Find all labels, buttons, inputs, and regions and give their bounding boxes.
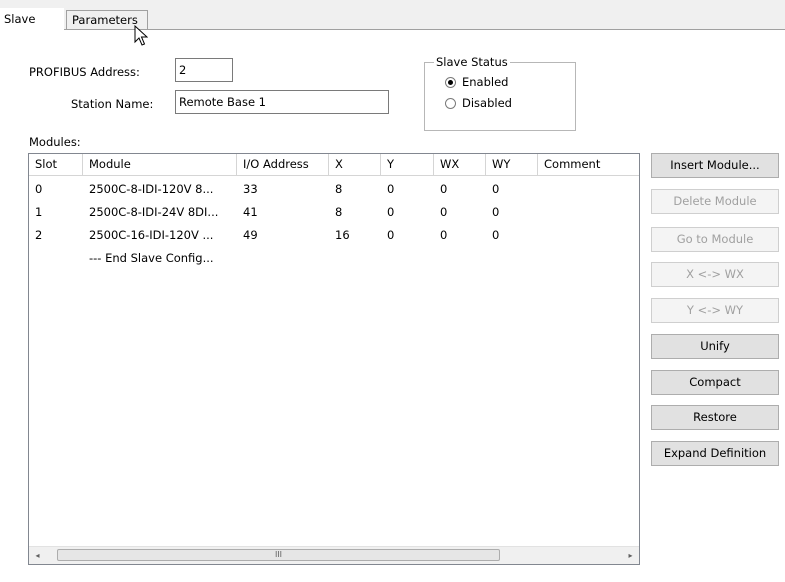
- cell-module: 2500C-8-IDI-24V 8DI...: [89, 205, 219, 219]
- scroll-right-icon[interactable]: ▸: [622, 547, 639, 564]
- profibus-address-field[interactable]: 2: [175, 58, 233, 82]
- status-enabled-radio[interactable]: Enabled: [445, 75, 508, 89]
- compact-button[interactable]: Compact: [651, 370, 779, 395]
- cell-module: 2500C-16-IDI-120V ...: [89, 228, 214, 242]
- station-name-field[interactable]: Remote Base 1: [175, 90, 389, 114]
- cell-comment: [538, 178, 639, 201]
- cell-x: 16: [335, 228, 350, 242]
- cell-y: 0: [387, 228, 395, 242]
- scrollbar-thumb[interactable]: III: [57, 549, 500, 561]
- tab-slave[interactable]: Slave: [0, 8, 64, 30]
- cell-comment: [538, 224, 639, 247]
- scrollbar-grip-icon: III: [274, 550, 283, 559]
- column-header-wy[interactable]: WY: [486, 154, 538, 175]
- status-enabled-label: Enabled: [462, 75, 509, 89]
- radio-selected-icon: [445, 76, 456, 88]
- cell-io-address: 41: [243, 205, 258, 219]
- cell-wx: 0: [440, 228, 448, 242]
- expand-definition-button[interactable]: Expand Definition: [651, 441, 779, 466]
- cell-module: 2500C-8-IDI-120V 8...: [89, 182, 214, 196]
- restore-button[interactable]: Restore: [651, 405, 779, 430]
- go-to-module-button[interactable]: Go to Module: [651, 227, 779, 252]
- station-name-label: Station Name:: [71, 97, 154, 111]
- cell-wy: 0: [492, 182, 500, 196]
- table-row[interactable]: 2 2500C-16-IDI-120V ... 49 16 0 0 0: [29, 224, 639, 247]
- column-header-comment[interactable]: Comment: [538, 154, 639, 175]
- list-header: Slot Module I/O Address X Y WX WY Commen…: [29, 154, 639, 176]
- insert-module-button[interactable]: Insert Module...: [651, 153, 779, 178]
- cell-module: --- End Slave Config...: [89, 251, 214, 265]
- column-header-module[interactable]: Module: [83, 154, 237, 175]
- cell-io-address: 33: [243, 182, 258, 196]
- unify-button[interactable]: Unify: [651, 334, 779, 359]
- delete-module-button[interactable]: Delete Module: [651, 189, 779, 214]
- modules-list[interactable]: Slot Module I/O Address X Y WX WY Commen…: [28, 153, 640, 565]
- horizontal-scrollbar[interactable]: ◂ III ▸: [29, 546, 639, 564]
- cell-comment: [538, 201, 639, 224]
- cell-wy: 0: [492, 205, 500, 219]
- cell-slot: 0: [35, 182, 43, 196]
- cell-io-address: 49: [243, 228, 258, 242]
- column-header-y[interactable]: Y: [381, 154, 434, 175]
- column-header-x[interactable]: X: [329, 154, 381, 175]
- cell-x: 8: [335, 205, 343, 219]
- slave-status-title: Slave Status: [434, 55, 510, 69]
- column-header-slot[interactable]: Slot: [29, 154, 83, 175]
- cell-wx: 0: [440, 182, 448, 196]
- cell-slot: 1: [35, 205, 43, 219]
- cell-y: 0: [387, 182, 395, 196]
- cell-wy: 0: [492, 228, 500, 242]
- cell-slot: 2: [35, 228, 43, 242]
- radio-unselected-icon: [445, 97, 456, 109]
- profibus-address-label: PROFIBUS Address:: [29, 65, 140, 79]
- cell-wx: 0: [440, 205, 448, 219]
- column-header-io-address[interactable]: I/O Address: [237, 154, 329, 175]
- cell-y: 0: [387, 205, 395, 219]
- mouse-cursor-icon: [134, 25, 148, 46]
- modules-label: Modules:: [29, 135, 81, 149]
- x-wx-swap-button[interactable]: X <-> WX: [651, 262, 779, 287]
- status-disabled-radio[interactable]: Disabled: [445, 96, 512, 110]
- status-disabled-label: Disabled: [462, 96, 512, 110]
- table-row[interactable]: 1 2500C-8-IDI-24V 8DI... 41 8 0 0 0: [29, 201, 639, 224]
- table-row[interactable]: 0 2500C-8-IDI-120V 8... 33 8 0 0 0: [29, 178, 639, 201]
- y-wy-swap-button[interactable]: Y <-> WY: [651, 298, 779, 323]
- cell-slot: [29, 247, 83, 270]
- cell-x: 8: [335, 182, 343, 196]
- scroll-left-icon[interactable]: ◂: [29, 547, 46, 564]
- column-header-wx[interactable]: WX: [434, 154, 486, 175]
- table-row[interactable]: --- End Slave Config...: [29, 247, 639, 270]
